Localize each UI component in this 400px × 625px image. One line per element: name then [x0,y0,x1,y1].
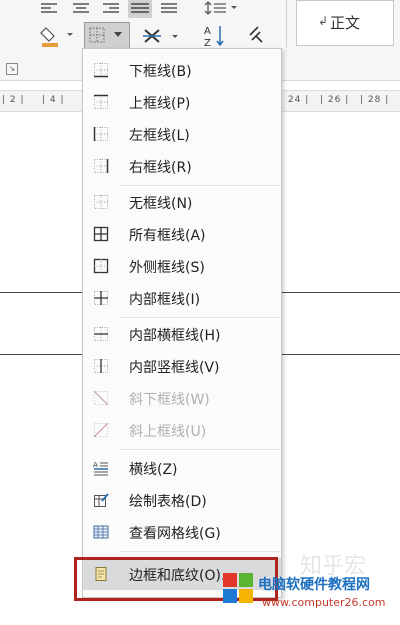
menu-item-top-border[interactable]: 上框线(P) [83,86,281,118]
menu-item-all-borders[interactable]: 所有框线(A) [83,218,281,250]
right-border-icon [94,159,109,173]
menu-item-label: 斜上框线(U) [129,424,207,440]
chevron-down-icon [114,32,122,37]
left-border-icon [93,127,108,141]
distributed-icon[interactable] [160,2,178,16]
align-right-icon[interactable] [102,2,120,16]
show-marks-icon[interactable] [246,24,266,46]
no-border-icon [94,195,108,209]
menu-item-label: 所有框线(A) [129,228,206,244]
ruler-tick: | 4 | [42,95,65,105]
menu-item-inside-borders[interactable]: 内部框线(I) [83,282,281,314]
ruler-tick: | 24 | [280,95,310,105]
inside-vertical-border-icon [94,359,108,373]
menu-item-label: 右框线(R) [129,160,192,176]
menu-item-left-border[interactable]: 左框线(L) [83,118,281,150]
menu-item-label: 外侧框线(S) [129,260,205,276]
outside-borders-icon [93,258,109,274]
bottom-border-icon [94,63,108,78]
ruler-tick: | 2 | [2,95,25,105]
align-center-icon[interactable] [72,2,90,16]
inside-borders-icon [94,291,108,305]
menu-item-inside-vertical[interactable]: 内部竖框线(V) [83,350,281,382]
borders-dropdown-menu: 下框线(B) 上框线(P) 左框线(L) 右框线(R) 无框线(N) 所有框线(… [82,48,282,598]
menu-separator [119,449,279,450]
sort-icon[interactable]: A Z [204,24,226,48]
svg-text:A: A [93,461,98,469]
align-left-icon[interactable] [40,2,58,16]
diagonal-up-border-icon [93,422,109,438]
ruler-tick: | 26 | [320,95,350,105]
menu-item-label: 绘制表格(D) [129,494,207,510]
horizontal-line-icon: A [93,461,108,476]
style-normal[interactable]: 正文 [330,12,360,33]
svg-text:A: A [204,26,211,37]
menu-item-label: 内部横框线(H) [129,328,221,344]
draw-table-icon [94,493,109,507]
menu-item-label: 上框线(P) [129,96,191,112]
menu-item-outside-borders[interactable]: 外侧框线(S) [83,250,281,282]
menu-item-right-border[interactable]: 右框线(R) [83,150,281,182]
top-border-icon [94,94,108,109]
menu-item-label: 左框线(L) [129,128,190,144]
paragraph-mark: ↲ [318,14,329,28]
menu-item-diagonal-up: 斜上框线(U) [83,414,281,446]
watermark-title: 电脑软硬件教程网 [258,577,370,593]
menu-item-inside-horizontal[interactable]: 内部横框线(H) [83,318,281,350]
ribbon-divider [286,0,287,48]
menu-item-horizontal-line[interactable]: A 横线(Z) [83,452,281,484]
shading-icon[interactable] [40,24,76,48]
menu-item-label: 下框线(B) [129,64,192,80]
diagonal-down-border-icon [93,390,109,406]
menu-item-diagonal-down: 斜下框线(W) [83,382,281,414]
menu-item-bottom-border[interactable]: 下框线(B) [83,54,281,86]
view-gridlines-icon [93,525,109,539]
watermark-url: www.computer26.com [262,596,386,609]
inside-horizontal-border-icon [94,327,108,341]
menu-item-label: 内部竖框线(V) [129,360,220,376]
dialog-launcher-icon[interactable]: ↘ [6,63,18,75]
menu-item-label: 横线(Z) [129,462,178,478]
borders-icon [89,27,105,43]
menu-item-label: 查看网格线(G) [129,526,221,542]
line-spacing-icon[interactable] [204,0,238,16]
justify-icon[interactable] [128,0,152,18]
menu-item-no-border[interactable]: 无框线(N) [83,186,281,218]
ruler-tick: | 28 | [360,95,390,105]
menu-item-label: 内部框线(I) [129,292,201,308]
chinese-layout-icon[interactable] [142,26,182,46]
svg-text:Z: Z [204,38,211,48]
menu-item-draw-table[interactable]: 绘制表格(D) [83,484,281,516]
windows-logo-icon [223,573,253,603]
menu-item-label: 无框线(N) [129,196,193,212]
menu-item-view-gridlines[interactable]: 查看网格线(G) [83,516,281,548]
menu-separator [119,551,279,552]
menu-item-label: 斜下框线(W) [129,392,210,408]
all-borders-icon [93,226,109,242]
